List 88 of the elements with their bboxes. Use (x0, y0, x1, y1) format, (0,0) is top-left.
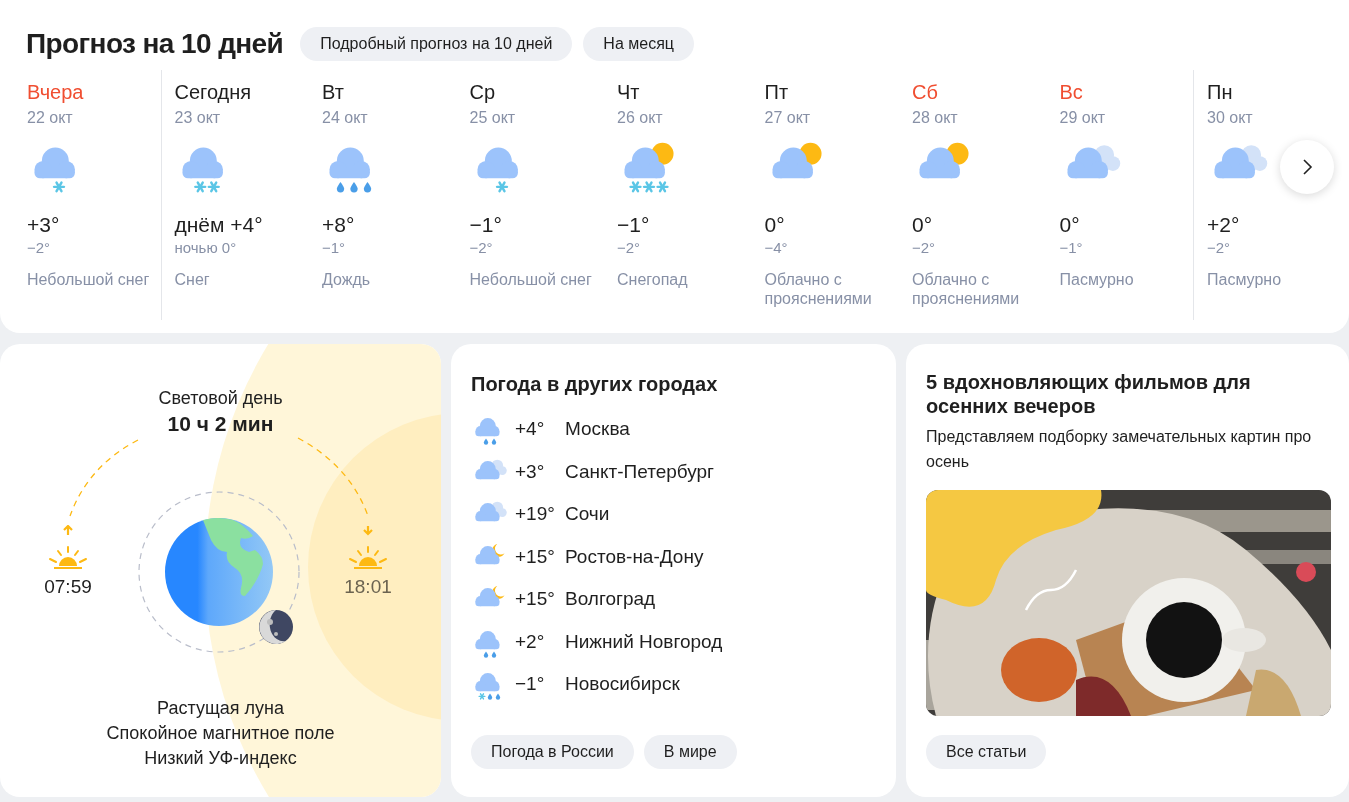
day-date: 28 окт (912, 108, 958, 128)
daylight-duration: 10 ч 2 мин (167, 411, 274, 437)
all-articles-button[interactable]: Все статьи (926, 735, 1047, 769)
daylight-title: Световой день (158, 387, 283, 410)
day-column[interactable]: Сб 28 окт 0° −2° Облачно с прояснениями (898, 70, 1046, 320)
city-name[interactable]: Санкт-Петербург (565, 460, 714, 483)
next-button[interactable] (1280, 140, 1334, 194)
forecast-title: Прогноз на 10 дней (26, 28, 284, 60)
night-temperature: −2° (912, 238, 936, 258)
night-temperature: ночью 0° (174, 238, 237, 258)
night-temperature: −1° (322, 238, 346, 258)
city-temperature: +3° (515, 460, 546, 483)
day-name: Пт (764, 80, 789, 104)
day-temperature: +2° (1207, 212, 1240, 238)
city-name[interactable]: Сочи (565, 503, 610, 526)
day-date: 26 окт (617, 108, 663, 128)
article-title[interactable]: 5 вдохновляющих фильмов для осенних вечеров (926, 370, 1331, 418)
sunset-icon (348, 525, 388, 569)
moon-drawing (259, 610, 293, 644)
night-temperature: −2° (1207, 238, 1231, 258)
sunrise-icon (48, 525, 88, 569)
sunrise-time: 07:59 (44, 575, 92, 599)
region-button[interactable]: В мире (643, 735, 737, 769)
daylight-note: Растущая луна (157, 697, 284, 720)
city-temperature: +2° (515, 630, 546, 653)
weather-condition: Облачно с прояснениями (912, 270, 1021, 308)
day-temperature: +8° (322, 212, 355, 238)
day-temperature: 0° (764, 212, 785, 238)
city-temperature: +4° (515, 418, 546, 441)
chevron-right-icon (1300, 159, 1314, 175)
day-date: 24 окт (322, 108, 368, 128)
night-temperature: −4° (764, 238, 788, 258)
forecast-link-button[interactable]: На месяц (583, 27, 694, 61)
weather-condition: Небольшой снег (469, 270, 592, 289)
day-date: 27 окт (764, 108, 811, 128)
city-name[interactable]: Новосибирск (565, 673, 680, 696)
city-name[interactable]: Нижний Новгород (565, 630, 723, 653)
city-temperature: +15° (515, 545, 556, 568)
day-temperature: −1° (617, 212, 650, 238)
day-name: Сб (912, 80, 938, 104)
day-date: 25 окт (469, 108, 516, 128)
weather-condition: Дождь (322, 270, 371, 289)
day-name: Ср (469, 80, 496, 104)
day-column[interactable]: Ср 25 окт −1° −2° Небольшой снег (455, 70, 603, 320)
city-temperature: +19° (515, 503, 556, 526)
cities-title: Погода в других городах (471, 372, 719, 396)
city-name[interactable]: Москва (565, 418, 630, 441)
day-date: 29 окт (1059, 108, 1106, 128)
day-temperature: днём +4° (174, 212, 263, 238)
night-temperature: −2° (27, 238, 51, 258)
day-date: 22 окт (27, 108, 73, 128)
forecast-link-button[interactable]: Подробный прогноз на 10 дней (300, 27, 573, 61)
day-column[interactable]: Чт 26 окт −1° −2° Снегопад (603, 70, 751, 320)
city-name[interactable]: Волгоград (565, 588, 656, 611)
city-temperature: −1° (515, 673, 546, 696)
day-temperature: −1° (469, 212, 502, 238)
daylight-note: Спокойное магнитное поле (106, 722, 335, 745)
region-button[interactable]: Погода в России (471, 735, 634, 769)
weather-condition: Снег (174, 270, 210, 289)
day-date: 23 окт (174, 108, 221, 128)
day-column[interactable]: Сегодня 23 окт днём +4° ночью 0° Снег (160, 70, 308, 320)
day-name: Вчера (27, 80, 84, 104)
night-temperature: −2° (469, 238, 493, 258)
article-description: Представляем подборку замечательных картин про осень (926, 427, 1313, 472)
day-name: Пн (1207, 80, 1233, 104)
city-temperature: +15° (515, 588, 556, 611)
night-temperature: −1° (1059, 238, 1083, 258)
weather-condition: Пасмурно (1059, 270, 1134, 289)
day-column[interactable]: Вчера 22 окт +3° −2° Небольшой снег (13, 70, 161, 320)
day-column[interactable]: Вт 24 окт +8° −1° Дождь (308, 70, 456, 320)
weather-condition: Небольшой снег (27, 270, 150, 289)
day-temperature: 0° (1059, 212, 1080, 238)
night-temperature: −2° (617, 238, 641, 258)
day-temperature: +3° (27, 212, 60, 238)
day-temperature: 0° (912, 212, 933, 238)
day-name: Вт (322, 80, 344, 104)
day-name: Чт (617, 80, 640, 104)
city-name[interactable]: Ростов-на-Дону (565, 545, 704, 568)
sunset-time: 18:01 (344, 575, 392, 599)
weather-condition: Пасмурно (1207, 270, 1282, 289)
weather-condition: Облачно с прояснениями (764, 270, 873, 308)
day-column[interactable]: Вс 29 окт 0° −1° Пасмурно (1045, 70, 1193, 320)
day-date: 30 окт (1207, 108, 1253, 128)
day-column[interactable]: Пт 27 окт 0° −4° Облачно с прояснениями (750, 70, 898, 320)
weather-condition: Снегопад (617, 270, 688, 289)
daylight-note: Низкий УФ-индекс (144, 747, 297, 770)
day-name: Вс (1059, 80, 1083, 104)
day-name: Сегодня (174, 80, 252, 104)
